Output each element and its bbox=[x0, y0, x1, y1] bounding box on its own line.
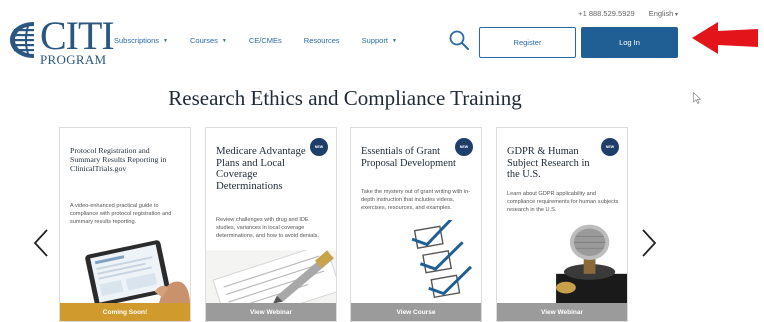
chevron-down-icon: ▼ bbox=[163, 38, 168, 44]
tablet-hand-icon bbox=[60, 236, 190, 306]
course-card[interactable]: NEW GDPR & Human Subject Research in the… bbox=[496, 127, 628, 322]
login-button[interactable]: Log In bbox=[581, 27, 678, 58]
nav-item-resources[interactable]: Resources bbox=[304, 36, 340, 45]
nav-label: Support bbox=[361, 36, 388, 45]
course-card[interactable]: NEW Medicare Advantage Plans and Local C… bbox=[205, 127, 337, 322]
microphone-icon bbox=[497, 218, 627, 306]
course-card[interactable]: Protocol Registration and Summary Result… bbox=[59, 127, 191, 322]
checkboxes-icon bbox=[351, 220, 481, 306]
card-title: Protocol Registration and Summary Result… bbox=[70, 146, 167, 173]
chevron-down-icon: ▼ bbox=[391, 38, 397, 44]
phone-number[interactable]: +1 888.529.5929 bbox=[578, 9, 635, 18]
card-description: A video-enhanced practical guide to comp… bbox=[70, 203, 172, 225]
card-action-button[interactable]: View Webinar bbox=[206, 303, 336, 321]
nav-item-courses[interactable]: Courses ▼ bbox=[190, 36, 227, 45]
language-selector[interactable]: English bbox=[649, 9, 678, 18]
logo-wordmark: CITI bbox=[40, 13, 115, 58]
card-description: Review challenges with drug and IDE stud… bbox=[216, 217, 319, 239]
logo-tagline: PROGRAM bbox=[40, 52, 107, 67]
card-description: Take the mystery out of grant writing wi… bbox=[361, 189, 471, 211]
register-button[interactable]: Register bbox=[479, 27, 576, 58]
chevron-left-icon[interactable] bbox=[32, 228, 50, 258]
nav-item-ce-cmes[interactable]: CE/CMEs bbox=[249, 36, 282, 45]
nav-item-subscriptions[interactable]: Subscriptions ▼ bbox=[114, 36, 168, 45]
card-description: Learn about GDPR applicability and compl… bbox=[507, 191, 619, 213]
card-action-button[interactable]: View Course bbox=[351, 303, 481, 321]
search-icon[interactable] bbox=[448, 29, 470, 51]
annotation-arrow-icon bbox=[692, 22, 758, 54]
card-title: Essentials of Grant Proposal Development bbox=[361, 146, 456, 169]
pen-document-icon bbox=[206, 250, 336, 306]
utility-bar: +1 888.529.5929 English bbox=[578, 9, 678, 18]
card-action-button[interactable]: View Webinar bbox=[497, 303, 627, 321]
mouse-cursor-icon bbox=[693, 92, 701, 104]
new-badge: NEW bbox=[455, 138, 473, 156]
page-title: Research Ethics and Compliance Training bbox=[168, 86, 522, 110]
chevron-down-icon: ▼ bbox=[221, 38, 227, 44]
course-card[interactable]: NEW Essentials of Grant Proposal Develop… bbox=[350, 127, 482, 322]
nav-label: Subscriptions bbox=[114, 36, 160, 45]
card-action-button[interactable]: Coming Soon! bbox=[60, 303, 190, 321]
card-title: GDPR & Human Subject Research in the U.S… bbox=[507, 146, 590, 180]
new-badge: NEW bbox=[601, 138, 619, 156]
main-nav: Subscriptions ▼ Courses ▼ CE/CMEs Resource… bbox=[114, 36, 419, 45]
card-title: Medicare Advantage Plans and Local Cover… bbox=[216, 145, 306, 192]
nav-label: Courses bbox=[189, 36, 218, 45]
chevron-right-icon[interactable] bbox=[640, 228, 658, 258]
nav-label: Resources bbox=[303, 36, 340, 45]
nav-label: CE/CMEs bbox=[248, 36, 282, 45]
nav-item-support[interactable]: Support ▼ bbox=[362, 36, 397, 45]
globe-icon bbox=[10, 22, 34, 58]
citi-program-logo[interactable]: CITI PROGRAM bbox=[6, 14, 115, 67]
